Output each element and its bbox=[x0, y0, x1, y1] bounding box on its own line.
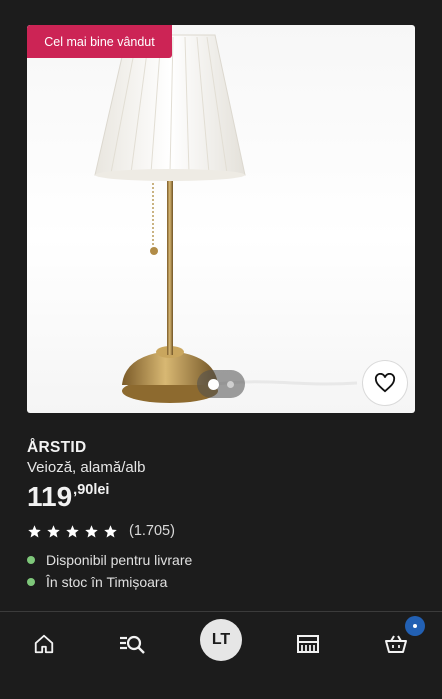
availability-store: În stoc în Timișoara bbox=[27, 574, 167, 590]
star-icon bbox=[104, 524, 117, 537]
rating-stars bbox=[27, 524, 118, 539]
star-icon bbox=[85, 524, 98, 537]
nav-store[interactable] bbox=[288, 624, 328, 664]
price-integer: 119 bbox=[27, 481, 73, 512]
star-icon bbox=[28, 524, 41, 537]
image-carousel-indicator[interactable] bbox=[197, 370, 245, 398]
availability-store-text: În stoc în Timișoara bbox=[46, 574, 168, 590]
search-list-icon bbox=[120, 635, 145, 654]
availability-delivery: Disponibil pentru livrare bbox=[27, 552, 192, 568]
star-icon bbox=[47, 524, 60, 537]
favorite-button[interactable] bbox=[363, 361, 407, 405]
nav-home[interactable] bbox=[24, 624, 64, 664]
status-dot bbox=[27, 578, 35, 586]
bottom-nav: LT bbox=[0, 612, 442, 699]
carousel-dot[interactable] bbox=[227, 380, 234, 388]
bestseller-badge: Cel mai bine vândut bbox=[27, 25, 172, 58]
status-dot bbox=[27, 556, 35, 564]
cart-badge bbox=[405, 616, 425, 636]
carousel-dot-active[interactable] bbox=[208, 378, 219, 390]
profile-avatar[interactable]: LT bbox=[200, 619, 242, 661]
cart-badge-dot bbox=[413, 624, 417, 628]
product-image-card[interactable]: Cel mai bine vândut bbox=[27, 25, 415, 413]
cart-icon bbox=[385, 635, 407, 653]
rating-count: (1.705) bbox=[129, 523, 175, 539]
store-icon bbox=[297, 635, 319, 653]
nav-search[interactable] bbox=[112, 624, 152, 664]
product-name[interactable]: ÅRSTID bbox=[27, 439, 87, 457]
product-description: Veioză, alamă/alb bbox=[27, 459, 146, 476]
product-image bbox=[94, 34, 358, 403]
home-icon bbox=[34, 634, 54, 654]
star-icon bbox=[66, 524, 79, 537]
availability-delivery-text: Disponibil pentru livrare bbox=[46, 552, 193, 568]
product-price: 119 ,90lei bbox=[27, 480, 109, 514]
rating[interactable]: (1.705) bbox=[27, 523, 175, 539]
price-decimal: ,90lei bbox=[73, 482, 110, 498]
heart-icon bbox=[374, 373, 396, 393]
